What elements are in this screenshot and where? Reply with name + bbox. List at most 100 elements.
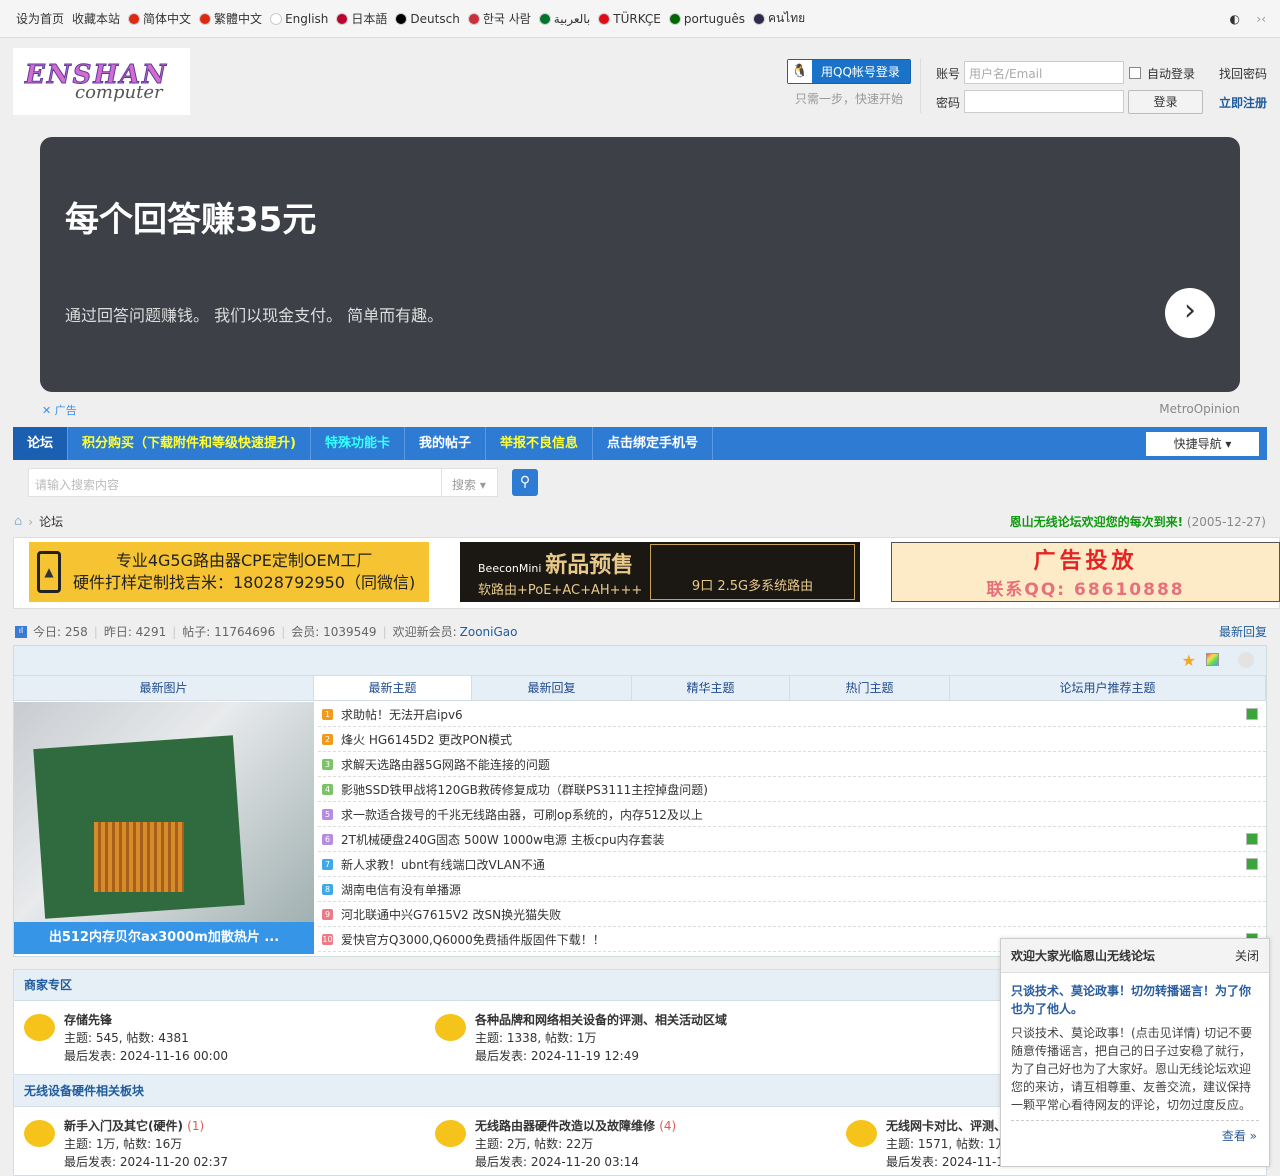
breadcrumb-current[interactable]: 论坛 bbox=[39, 513, 63, 530]
panel-tab[interactable]: 论坛用户推荐主题 bbox=[950, 676, 1266, 700]
collapse-icon[interactable]: ›‹ bbox=[1256, 12, 1266, 26]
thread-title[interactable]: 河北联通中兴G7615V2 改SN换光猫失败 bbox=[341, 906, 561, 923]
thread-title[interactable]: 求解天选路由器5G网路不能连接的问题 bbox=[341, 756, 550, 773]
thread-title[interactable]: 新人求教！ubnt有线端口改VLAN不通 bbox=[341, 856, 545, 873]
thread-row[interactable]: 9 河北联通中兴G7615V2 改SN换光猫失败 bbox=[318, 902, 1266, 927]
language-link[interactable]: 简体中文 bbox=[128, 10, 191, 27]
popup-body[interactable]: 只谈技术、莫论政事！(点击见详情) 切记不要随意传播谣言，把自己的日子过安稳了就… bbox=[1011, 1018, 1259, 1121]
language-list: 简体中文 繁體中文 English 日本語 Deutsch 한국 사람 بالعربية TÜ… bbox=[128, 9, 805, 28]
search-button[interactable]: ⚲ bbox=[512, 469, 538, 496]
forum-name[interactable]: 新手入门及其它(硬件) bbox=[64, 1119, 183, 1133]
search-icon: ⚲ bbox=[519, 474, 531, 490]
site-logo[interactable]: ENSHAN computer bbox=[13, 48, 190, 115]
forum-last-post[interactable]: 最后发表: 2024-11-20 02:37 bbox=[64, 1153, 424, 1171]
rank-badge: 4 bbox=[322, 783, 333, 795]
find-password-link[interactable]: 找回密码 bbox=[1219, 65, 1267, 82]
forum-item[interactable]: 各种品牌和网络相关设备的评测、相关活动区域 主题: 1338, 帖数: 1万 最后发… bbox=[435, 1011, 835, 1065]
ad-beeconmini[interactable]: BeeconMini 新品预售 软路由+PoE+AC+AH+++ 9口 2.5G多… bbox=[460, 542, 860, 602]
language-link[interactable]: TÜRKÇE bbox=[598, 12, 661, 26]
forum-item[interactable]: 存储先锋 主题: 545, 帖数: 4381 最后发表: 2024-11-16 00… bbox=[24, 1011, 424, 1065]
search-input[interactable]: 请输入搜索内容 bbox=[29, 469, 441, 496]
favorite-link[interactable]: 收藏本站 bbox=[72, 10, 120, 27]
forum-name[interactable]: 存储先锋 bbox=[64, 1011, 424, 1029]
latest-picture[interactable]: 出512内存贝尔ax3000m加散热片 ... bbox=[14, 702, 314, 954]
star-icon[interactable]: ★ bbox=[1182, 651, 1196, 670]
auto-login-checkbox[interactable] bbox=[1129, 67, 1141, 79]
password-input[interactable] bbox=[964, 90, 1124, 113]
latest-reply-link[interactable]: 最新回复 bbox=[1219, 623, 1267, 640]
panel-tab[interactable]: 最新主题 bbox=[314, 676, 472, 700]
language-link[interactable]: Deutsch bbox=[395, 12, 460, 26]
chevron-right-icon[interactable]: › bbox=[1165, 288, 1215, 338]
account-input[interactable]: 用户名/Email bbox=[964, 61, 1124, 84]
thread-row[interactable]: 8 湖南电信有没有单播源 bbox=[318, 877, 1266, 902]
nav-item[interactable]: 积分购买（下载附件和等级快速提升) bbox=[68, 427, 311, 460]
language-link[interactable]: 繁體中文 bbox=[199, 10, 262, 27]
rank-badge: 5 bbox=[322, 808, 333, 820]
color-icon[interactable] bbox=[1206, 653, 1219, 666]
thread-row[interactable]: 4 影驰SSD铁甲战将120GB救砖修复成功（群联PS3111主控掉盘问题) bbox=[318, 777, 1266, 802]
forum-item[interactable]: 无线路由器硬件改造以及故障维修 (4) 主题: 2万, 帖数: 22万 最后发表: … bbox=[435, 1117, 835, 1171]
banner-subtext: 通过回答问题赚钱。 我们以现金支付。 简单而有趣。 bbox=[65, 306, 444, 325]
panel-tab[interactable]: 最新回复 bbox=[472, 676, 632, 700]
language-link[interactable]: English bbox=[270, 12, 328, 26]
thread-title[interactable]: 影驰SSD铁甲战将120GB救砖修复成功（群联PS3111主控掉盘问题) bbox=[341, 781, 708, 798]
language-link[interactable]: คนไทย bbox=[752, 9, 805, 28]
forum-last-post[interactable]: 最后发表: 2024-11-20 03:14 bbox=[475, 1153, 835, 1171]
nav-item[interactable]: 我的帖子 bbox=[405, 427, 486, 460]
thread-title[interactable]: 求助帖！无法开启ipv6 bbox=[341, 706, 463, 723]
forum-last-post[interactable]: 最后发表: 2024-11-16 00:00 bbox=[64, 1047, 424, 1065]
ad-brand[interactable]: MetroOpinion bbox=[1159, 402, 1240, 416]
ad-router-oem[interactable]: ▲ 专业4G5G路由器CPE定制OEM工厂 硬件打样定制找吉米：180287929… bbox=[29, 542, 429, 602]
ad-tag[interactable]: ✕ 广告 bbox=[42, 402, 77, 418]
register-link[interactable]: 立即注册 bbox=[1219, 94, 1267, 111]
nav-item[interactable]: 举报不良信息 bbox=[486, 427, 594, 460]
popup-close-button[interactable]: 关闭 bbox=[1235, 947, 1259, 964]
thread-row[interactable]: 1 求助帖！无法开启ipv6 bbox=[318, 702, 1266, 727]
qq-login-button[interactable]: 🐧 用QQ帐号登录 bbox=[787, 59, 911, 84]
picture-caption[interactable]: 出512内存贝尔ax3000m加散热片 ... bbox=[14, 922, 314, 954]
forum-last-post[interactable]: 最后发表: 2024-11-19 12:49 bbox=[475, 1047, 835, 1065]
popup-more-link[interactable]: 查看 » bbox=[1001, 1121, 1269, 1150]
nav-item[interactable]: 论坛 bbox=[13, 427, 69, 460]
language-link[interactable]: 한국 사람 bbox=[467, 10, 531, 27]
download-icon bbox=[1246, 708, 1258, 720]
home-icon[interactable]: ⌂ bbox=[14, 514, 22, 529]
thread-row[interactable]: 5 求一款适合拨号的千兆无线路由器，可刷op系统的，内存512及以上 bbox=[318, 802, 1266, 827]
nav-item[interactable]: 特殊功能卡 bbox=[311, 427, 405, 460]
new-member-link[interactable]: ZooniGao bbox=[460, 625, 518, 639]
quick-nav-button[interactable]: 快捷导航 ▾ bbox=[1146, 432, 1259, 456]
forum-name[interactable]: 无线路由器硬件改造以及故障维修 bbox=[475, 1119, 655, 1133]
set-home-link[interactable]: 设为首页 bbox=[16, 10, 64, 27]
language-label: 日本語 bbox=[351, 12, 388, 26]
portal-panel: ★ 最新图片 最新主题 最新回复 精华主题 热门主题 论坛用户推荐主题 出512内存贝尔a… bbox=[13, 645, 1267, 957]
thread-title[interactable]: 2T机械硬盘240G固态 500W 1000w电源 主板cpu内存套装 bbox=[341, 831, 665, 848]
thread-title[interactable]: 烽火 HG6145D2 更改PON模式 bbox=[341, 731, 512, 748]
nav-item[interactable]: 点击绑定手机号 bbox=[593, 427, 714, 460]
ad-placement[interactable]: 广告投放 联系QQ: 68610888 bbox=[891, 542, 1280, 602]
thread-title[interactable]: 湖南电信有没有单播源 bbox=[341, 881, 461, 898]
theme-icon[interactable]: ◐ bbox=[1230, 12, 1240, 26]
panel-tab[interactable]: 精华主题 bbox=[632, 676, 790, 700]
thread-row[interactable]: 7 新人求教！ubnt有线端口改VLAN不通 bbox=[318, 852, 1266, 877]
login-button[interactable]: 登录 bbox=[1128, 90, 1203, 114]
forum-item[interactable]: 新手入门及其它(硬件) (1) 主题: 1万, 帖数: 16万 最后发表: 2024… bbox=[24, 1117, 424, 1171]
language-link[interactable]: بالعربية bbox=[538, 12, 590, 26]
language-link[interactable]: português bbox=[668, 12, 745, 26]
forum-name[interactable]: 各种品牌和网络相关设备的评测、相关活动区域 bbox=[475, 1011, 835, 1029]
popup-headline[interactable]: 只谈技术、莫论政事！切勿转播谣言！为了你也为了他人。 bbox=[1001, 973, 1269, 1018]
thread-row[interactable]: 6 2T机械硬盘240G固态 500W 1000w电源 主板cpu内存套装 bbox=[318, 827, 1266, 852]
search-type-select[interactable]: 搜索 ▾ bbox=[441, 469, 497, 496]
collapse-icon[interactable] bbox=[1238, 652, 1254, 668]
welcome-text: 恩山无线论坛欢迎您的每次到来! bbox=[1009, 515, 1184, 529]
panel-tab[interactable]: 热门主题 bbox=[790, 676, 950, 700]
thread-row[interactable]: 3 求解天选路由器5G网路不能连接的问题 bbox=[318, 752, 1266, 777]
thread-title[interactable]: 爱快官方Q3000,Q6000免费插件版固件下载！！ bbox=[341, 931, 605, 948]
ad-banner[interactable]: 每个回答赚35元 通过回答问题赚钱。 我们以现金支付。 简单而有趣。 › bbox=[40, 137, 1240, 392]
thread-title[interactable]: 求一款适合拨号的千兆无线路由器，可刷op系统的，内存512及以上 bbox=[341, 806, 703, 823]
panel-tab[interactable]: 最新图片 bbox=[14, 676, 314, 700]
language-link[interactable]: 日本語 bbox=[336, 10, 387, 27]
ad-sub2: 9口 2.5G多系统路由 bbox=[650, 544, 855, 600]
flag-icon bbox=[467, 12, 480, 25]
thread-row[interactable]: 2 烽火 HG6145D2 更改PON模式 bbox=[318, 727, 1266, 752]
